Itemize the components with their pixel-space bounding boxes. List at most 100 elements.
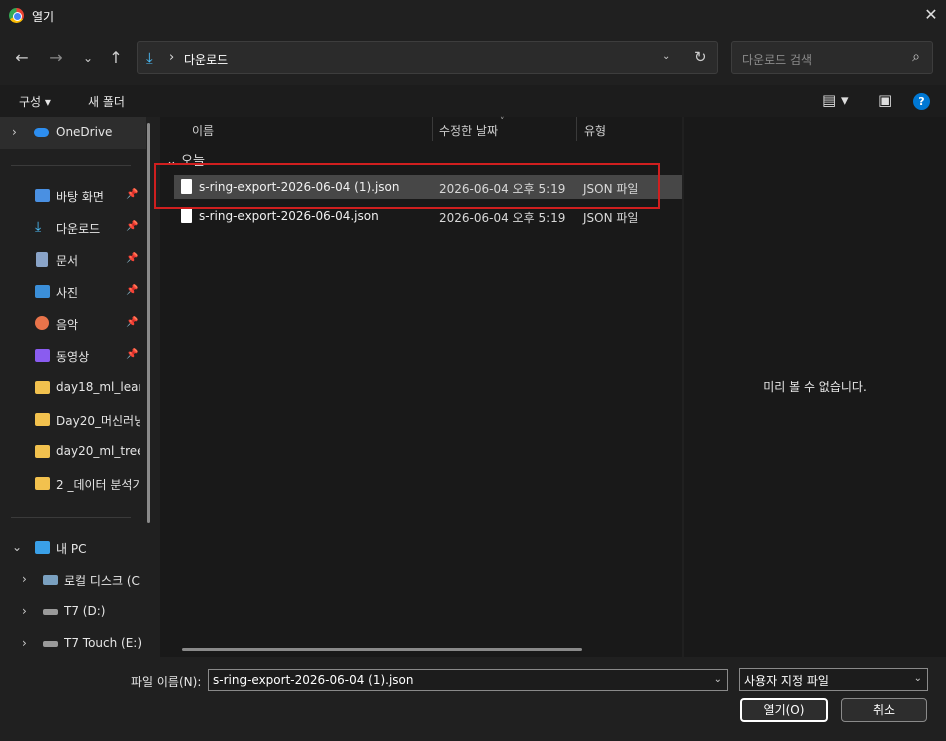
sidebar-item-label: 음악 bbox=[56, 318, 79, 332]
view-options-icon[interactable]: ▤ ▾ bbox=[822, 91, 848, 109]
filename-label: 파일 이름(N): bbox=[131, 675, 202, 689]
sidebar-item-folder-day18[interactable]: day18_ml_learn bbox=[0, 372, 146, 404]
sidebar-divider bbox=[11, 165, 131, 166]
chevron-right-icon[interactable]: › bbox=[22, 636, 27, 650]
cloud-icon bbox=[34, 128, 49, 137]
pin-icon: 📌 bbox=[126, 253, 139, 264]
sidebar-item-label: day20_ml_tree bbox=[56, 444, 140, 458]
chevron-right-icon[interactable]: › bbox=[22, 604, 27, 618]
column-header-modified[interactable]: 수정한 날짜 bbox=[439, 122, 498, 139]
chevron-right-icon[interactable]: › bbox=[22, 572, 27, 586]
pin-icon: 📌 bbox=[126, 285, 139, 296]
open-button[interactable]: 열기(O) bbox=[740, 698, 828, 722]
file-type-filter-value[interactable]: 사용자 지정 파일 bbox=[744, 672, 829, 689]
file-icon bbox=[181, 208, 192, 223]
sidebar-scrollbar[interactable] bbox=[147, 123, 150, 523]
pin-icon: 📌 bbox=[126, 189, 139, 200]
refresh-icon[interactable]: ↻ bbox=[694, 48, 707, 66]
sidebar-item-label: 로컬 디스크 (C bbox=[64, 574, 140, 588]
navigation-bar: ← → ⌄ ↑ ⤓ › 다운로드 ⌄ ↻ 다운로드 검색 ⌕ bbox=[0, 30, 946, 85]
title-bar: 열기 ✕ bbox=[0, 0, 946, 30]
sidebar-item-local-disk-c[interactable]: › 로컬 디스크 (C bbox=[0, 564, 146, 596]
download-icon: ⤓ bbox=[35, 219, 42, 235]
window-title: 열기 bbox=[32, 10, 55, 24]
folder-icon bbox=[35, 445, 50, 458]
picture-icon bbox=[35, 285, 50, 298]
pin-icon: 📌 bbox=[126, 349, 139, 360]
sidebar-item-label: 문서 bbox=[56, 254, 79, 268]
sidebar-item-label: 내 PC bbox=[56, 542, 87, 556]
filename-input[interactable]: s-ring-export-2026-06-04 (1).json ⌄ bbox=[208, 669, 728, 691]
chevron-down-icon[interactable]: ⌄ bbox=[914, 673, 922, 684]
sidebar-item-onedrive[interactable]: › OneDrive bbox=[0, 117, 146, 149]
sidebar-item-folder-day20-tree[interactable]: day20_ml_tree bbox=[0, 436, 146, 468]
file-modified: 2026-06-04 오후 5:19 bbox=[439, 211, 566, 225]
desktop-icon bbox=[35, 189, 50, 202]
help-icon[interactable]: ? bbox=[913, 93, 930, 110]
sidebar-item-desktop[interactable]: 바탕 화면 📌 bbox=[0, 180, 146, 212]
up-button[interactable]: ↑ bbox=[105, 47, 127, 69]
sidebar-item-music[interactable]: 음악 📌 bbox=[0, 308, 146, 340]
folder-icon bbox=[35, 477, 50, 490]
search-icon[interactable]: ⌕ bbox=[912, 49, 920, 65]
column-separator[interactable] bbox=[432, 117, 433, 141]
forward-button[interactable]: → bbox=[45, 47, 67, 69]
sidebar-item-folder-day20-ml[interactable]: Day20_머신러닝 bbox=[0, 404, 146, 436]
column-separator[interactable] bbox=[576, 117, 577, 141]
pin-icon: 📌 bbox=[126, 317, 139, 328]
sidebar-item-label: 사진 bbox=[56, 286, 79, 300]
close-button[interactable]: ✕ bbox=[916, 0, 946, 30]
sidebar-item-label: 다운로드 bbox=[56, 222, 101, 236]
sort-indicator-icon: ˅ bbox=[500, 117, 505, 127]
file-type-filter-select[interactable]: 사용자 지정 파일 ⌄ bbox=[739, 668, 928, 691]
cancel-button[interactable]: 취소 bbox=[841, 698, 927, 722]
file-name: s-ring-export-2026-06-04.json bbox=[199, 209, 379, 223]
back-button[interactable]: ← bbox=[11, 47, 33, 69]
sidebar-item-drive-e[interactable]: › T7 Touch (E:) bbox=[0, 628, 146, 657]
sidebar-item-videos[interactable]: 동영상 📌 bbox=[0, 340, 146, 372]
sidebar-item-label: 동영상 bbox=[56, 350, 90, 364]
folder-icon bbox=[35, 381, 50, 394]
address-bar[interactable]: ⤓ › 다운로드 ⌄ ↻ bbox=[137, 41, 718, 74]
sidebar-item-documents[interactable]: 문서 📌 bbox=[0, 244, 146, 276]
drive-icon bbox=[43, 609, 58, 615]
new-folder-button[interactable]: 새 폴더 bbox=[88, 93, 125, 110]
column-header-type[interactable]: 유형 bbox=[584, 122, 606, 139]
navigation-pane: › OneDrive 바탕 화면 📌 ⤓ 다운로드 📌 문서 📌 사진 📌 음악… bbox=[0, 117, 160, 657]
preview-message: 미리 볼 수 없습니다. bbox=[763, 380, 867, 394]
recent-locations-button[interactable]: ⌄ bbox=[77, 47, 99, 69]
computer-icon bbox=[35, 541, 50, 554]
address-dropdown-icon[interactable]: ⌄ bbox=[662, 51, 670, 62]
music-icon bbox=[35, 316, 49, 330]
sidebar-item-pictures[interactable]: 사진 📌 bbox=[0, 276, 146, 308]
organize-menu-button[interactable]: 구성 ▾ bbox=[19, 93, 51, 110]
file-list-horizontal-scrollbar[interactable] bbox=[182, 648, 582, 651]
chevron-down-icon[interactable]: ⌄ bbox=[12, 540, 22, 554]
sidebar-item-label: day18_ml_learn bbox=[56, 380, 140, 394]
search-placeholder[interactable]: 다운로드 검색 bbox=[742, 51, 812, 68]
sidebar-item-label: T7 Touch (E:) bbox=[64, 636, 142, 650]
breadcrumb-separator: › bbox=[169, 50, 175, 65]
search-box[interactable]: 다운로드 검색 ⌕ bbox=[731, 41, 933, 74]
selection-highlight-annotation bbox=[154, 163, 660, 209]
pin-icon: 📌 bbox=[126, 221, 139, 232]
sidebar-item-downloads[interactable]: ⤓ 다운로드 📌 bbox=[0, 212, 146, 244]
breadcrumb-downloads[interactable]: 다운로드 bbox=[184, 51, 228, 68]
sidebar-item-drive-d[interactable]: › T7 (D:) bbox=[0, 596, 146, 628]
chevron-right-icon[interactable]: › bbox=[12, 125, 17, 139]
column-header-name[interactable]: 이름 bbox=[192, 122, 214, 139]
sidebar-item-label: 바탕 화면 bbox=[56, 190, 104, 204]
sidebar-item-this-pc[interactable]: ⌄ 내 PC bbox=[0, 532, 146, 564]
chevron-down-icon[interactable]: ⌄ bbox=[714, 674, 722, 685]
sidebar-divider bbox=[11, 517, 131, 518]
preview-pane: 미리 볼 수 없습니다. bbox=[684, 117, 946, 657]
sidebar-item-folder-data-analysis[interactable]: 2 _데이터 분석기 bbox=[0, 468, 146, 500]
file-type: JSON 파일 bbox=[583, 211, 639, 225]
sidebar-item-label: 2 _데이터 분석기 bbox=[56, 478, 140, 492]
filename-value[interactable]: s-ring-export-2026-06-04 (1).json bbox=[213, 673, 414, 687]
drive-icon bbox=[43, 641, 58, 647]
folder-icon bbox=[35, 413, 50, 426]
preview-pane-icon[interactable]: ▣ bbox=[878, 91, 892, 109]
local-disk-icon bbox=[43, 575, 58, 585]
dialog-footer: 파일 이름(N): s-ring-export-2026-06-04 (1).j… bbox=[0, 657, 946, 741]
